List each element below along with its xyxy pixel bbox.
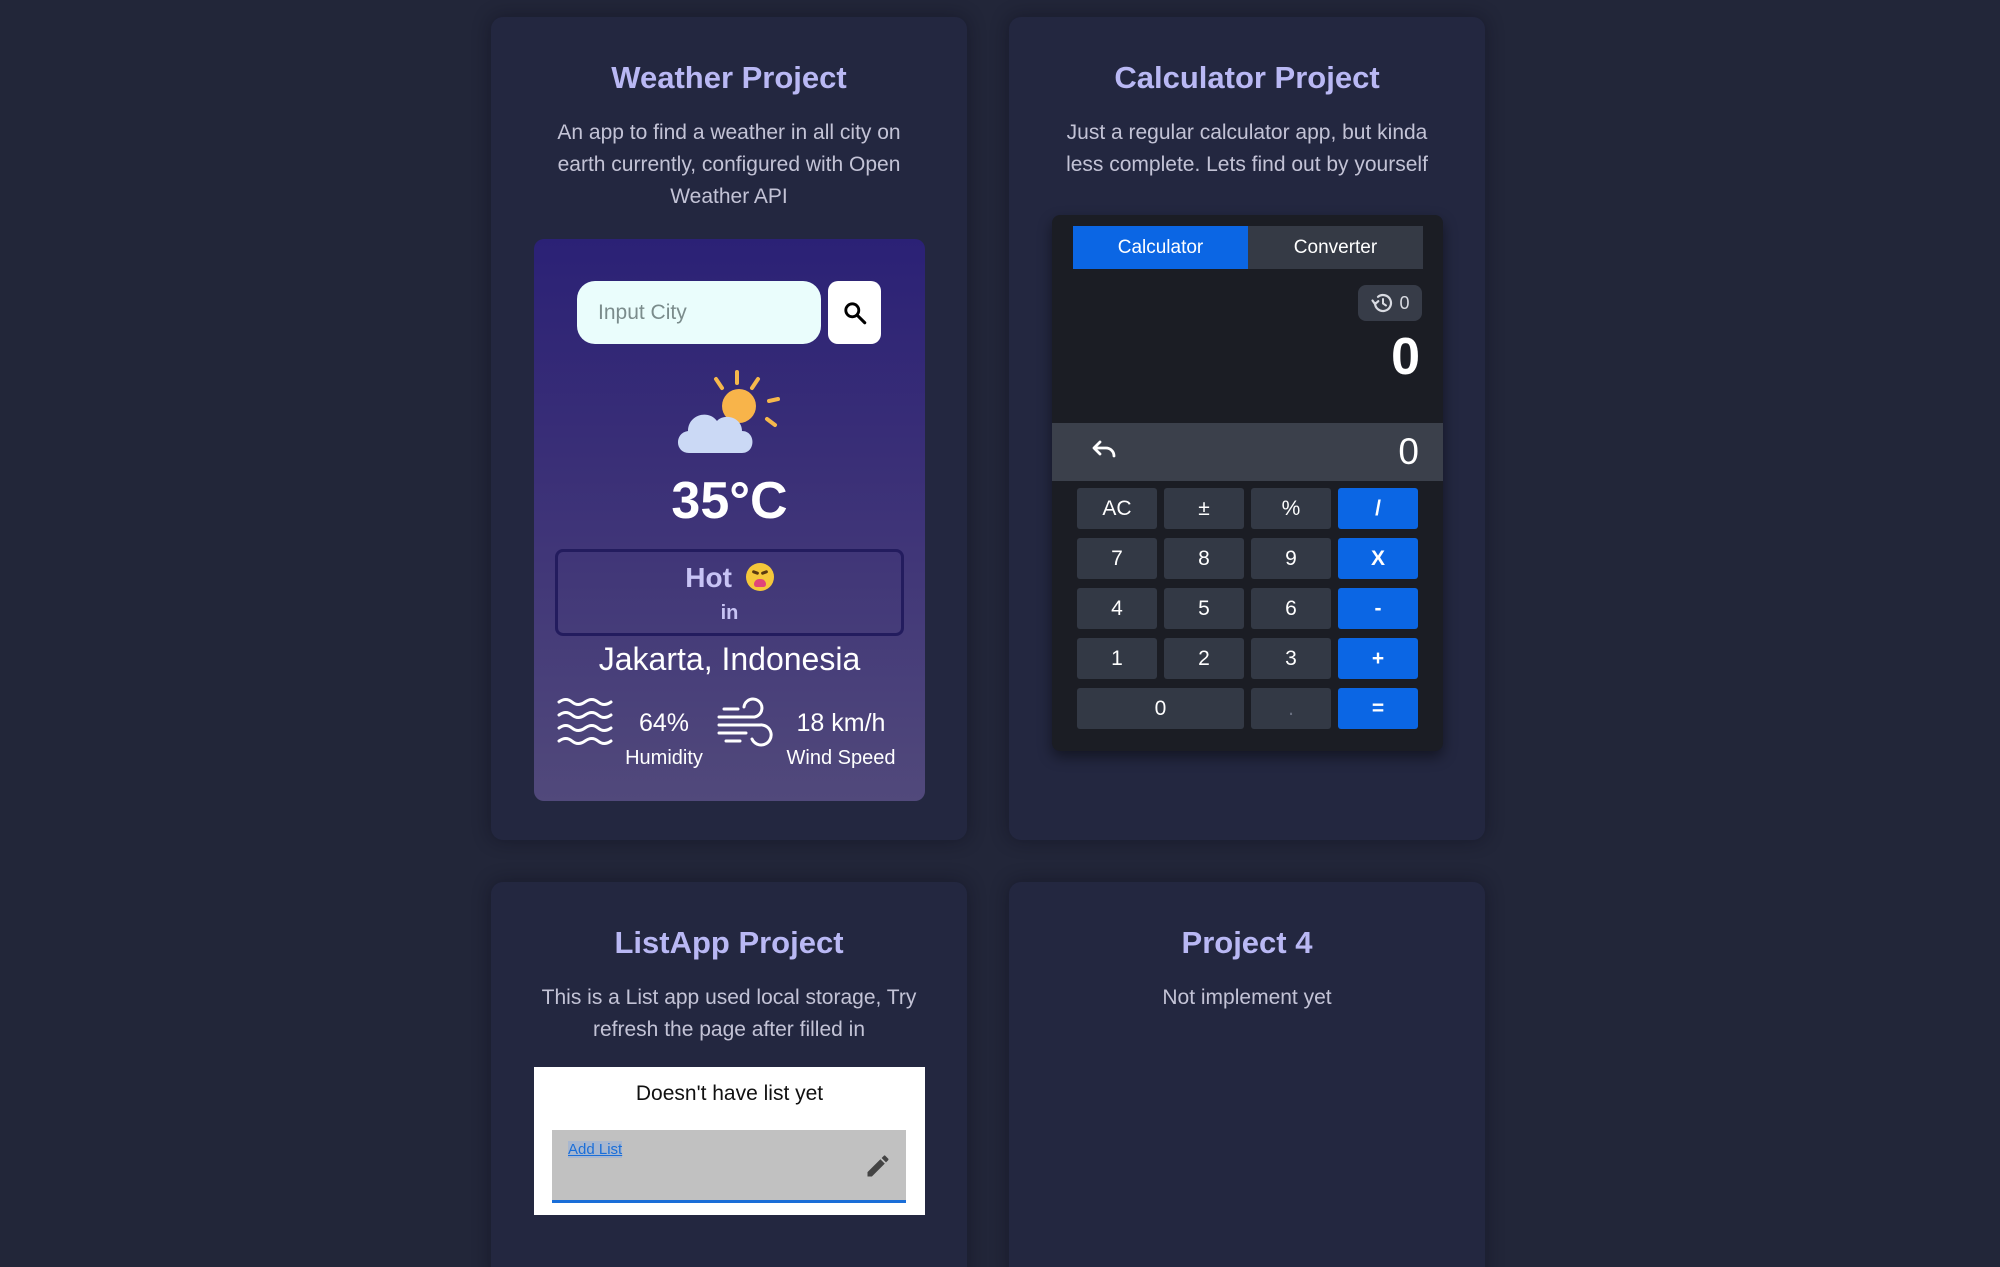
listapp-card-description: This is a List app used local storage, T… bbox=[541, 986, 917, 1041]
tired-face-emoji-icon bbox=[745, 563, 774, 591]
calculator-project-card: Calculator Project Just a regular calcul… bbox=[1009, 17, 1485, 840]
pencil-icon bbox=[867, 1155, 889, 1177]
listapp-card-title: ListApp Project bbox=[614, 925, 844, 960]
weather-card-title: Weather Project bbox=[611, 60, 847, 95]
city-search-input[interactable] bbox=[577, 281, 821, 344]
tab-converter[interactable]: Converter bbox=[1248, 226, 1423, 269]
key-6[interactable]: 6 bbox=[1251, 588, 1331, 629]
weather-card-description: An app to find a weather in all city on … bbox=[557, 121, 901, 208]
key-1[interactable]: 1 bbox=[1077, 638, 1157, 679]
calculator-widget: Calculator Converter 0 0 0 AC ± % / 7 8 … bbox=[1052, 215, 1443, 751]
key-percent[interactable]: % bbox=[1251, 488, 1331, 529]
calculator-sub-display: 0 bbox=[1398, 431, 1419, 472]
history-icon bbox=[1371, 293, 1393, 313]
calculator-sub-bar: 0 bbox=[1052, 423, 1443, 481]
project4-card: Project 4 Not implement yet bbox=[1009, 882, 1485, 1267]
key-divide[interactable]: / bbox=[1338, 488, 1418, 529]
key-0[interactable]: 0 bbox=[1077, 688, 1244, 729]
wind-label: Wind Speed bbox=[786, 747, 896, 769]
list-widget: Doesn't have list yet Add List bbox=[534, 1067, 925, 1215]
key-7[interactable]: 7 bbox=[1077, 538, 1157, 579]
location-name: Jakarta, Indonesia bbox=[598, 641, 861, 677]
calculator-card-title: Calculator Project bbox=[1114, 60, 1380, 95]
humidity-waves-icon bbox=[557, 698, 613, 745]
add-list-label: Add List bbox=[568, 1141, 623, 1158]
key-minus[interactable]: - bbox=[1338, 588, 1418, 629]
add-list-field[interactable]: Add List bbox=[552, 1130, 906, 1203]
wind-icon bbox=[717, 697, 773, 747]
undo-icon bbox=[1092, 440, 1116, 458]
key-4[interactable]: 4 bbox=[1077, 588, 1157, 629]
key-multiply[interactable]: X bbox=[1338, 538, 1418, 579]
project4-card-title: Project 4 bbox=[1181, 925, 1313, 960]
edit-button[interactable] bbox=[864, 1152, 892, 1185]
tab-calculator[interactable]: Calculator bbox=[1073, 226, 1248, 269]
key-8[interactable]: 8 bbox=[1164, 538, 1244, 579]
list-empty-message: Doesn't have list yet bbox=[635, 1082, 824, 1105]
listapp-project-card: ListApp Project This is a List app used … bbox=[491, 882, 967, 1267]
humidity-value: 64% bbox=[638, 709, 690, 737]
search-icon bbox=[843, 301, 866, 324]
key-equals[interactable]: = bbox=[1338, 688, 1418, 729]
project4-card-description: Not implement yet bbox=[1162, 986, 1332, 1009]
feel-text: Hot bbox=[685, 562, 732, 593]
undo-button[interactable] bbox=[1088, 438, 1118, 467]
humidity-label: Humidity bbox=[625, 747, 703, 769]
key-decimal[interactable]: . bbox=[1251, 688, 1331, 729]
key-9[interactable]: 9 bbox=[1251, 538, 1331, 579]
feel-sub-label: in bbox=[720, 602, 739, 624]
history-count: 0 bbox=[1399, 292, 1410, 313]
calculator-display: 0 bbox=[1391, 328, 1420, 386]
key-plus[interactable]: + bbox=[1338, 638, 1418, 679]
key-ac[interactable]: AC bbox=[1077, 488, 1157, 529]
history-button[interactable]: 0 bbox=[1358, 285, 1422, 321]
weather-widget: 35°C Hot in Jakarta, Indonesia 64% Humid… bbox=[534, 239, 925, 801]
key-plus-minus[interactable]: ± bbox=[1164, 488, 1244, 529]
calculator-card-description: Just a regular calculator app, but kinda… bbox=[1066, 121, 1428, 176]
feel-box: Hot in bbox=[555, 549, 904, 636]
search-button[interactable] bbox=[828, 281, 881, 344]
weather-project-card: Weather Project An app to find a weather… bbox=[491, 17, 967, 840]
key-5[interactable]: 5 bbox=[1164, 588, 1244, 629]
feel-label: Hot bbox=[558, 562, 901, 594]
temperature: 35°C bbox=[671, 472, 788, 530]
key-3[interactable]: 3 bbox=[1251, 638, 1331, 679]
wind-value: 18 km/h bbox=[796, 709, 886, 737]
partly-cloudy-sun-icon bbox=[677, 370, 780, 453]
key-2[interactable]: 2 bbox=[1164, 638, 1244, 679]
